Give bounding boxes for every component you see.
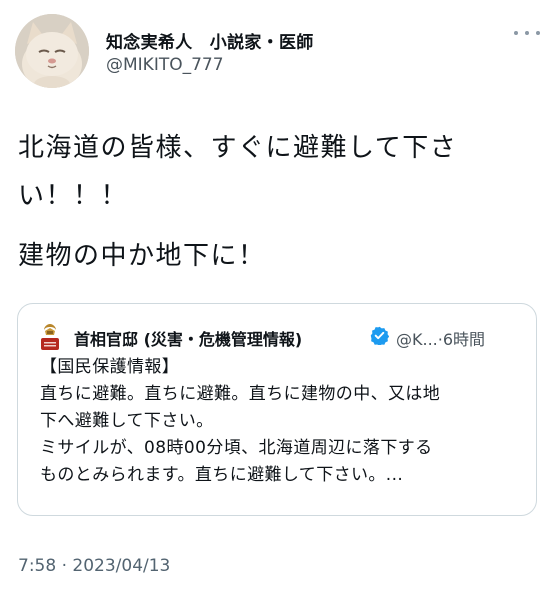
government-emblem-icon <box>41 324 59 350</box>
tweet-text: 北海道の皆様、すぐに避難して下さ い！！！ 建物の中か地下に！ <box>18 124 538 280</box>
more-dot <box>525 31 529 35</box>
quoted-author-name: 首相官邸 (災害・危機管理情報) <box>74 330 303 349</box>
tweet-timestamp[interactable]: 7:58 · 2023/04/13 <box>18 556 170 576</box>
quoted-handle-time: @K...·6時間 <box>396 330 486 349</box>
verified-badge-icon <box>370 326 389 345</box>
quoted-text-line: 【国民保護情報】 <box>40 357 180 377</box>
author-avatar[interactable] <box>15 14 89 88</box>
tweet-text-line: 北海道の皆様、すぐに避難して下さ <box>18 133 458 163</box>
quoted-text-line: ものとみられます。直ちに避難して下さい。... <box>40 465 404 485</box>
more-options-icon[interactable] <box>514 26 540 40</box>
tweet-card: 知念実希人 小説家・医師 @MIKITO_777 北海道の皆様、すぐに避難して下… <box>0 0 554 603</box>
quoted-text-line: 下へ避難して下さい。 <box>40 411 214 431</box>
author-handle[interactable]: @MIKITO_777 <box>106 55 224 75</box>
cat-avatar-icon <box>15 14 89 88</box>
quoted-text-line: ミサイルが、08時00分頃、北海道周辺に落下する <box>40 438 433 458</box>
quoted-tweet-text: 【国民保護情報】 直ちに避難。直ちに避難。直ちに建物の中、又は地 下へ避難して下… <box>40 354 530 489</box>
more-dot <box>536 31 540 35</box>
more-dot <box>514 31 518 35</box>
tweet-text-line: い！！！ <box>18 181 129 211</box>
author-display-name[interactable]: 知念実希人 小説家・医師 <box>106 28 314 53</box>
quoted-text-line: 直ちに避難。直ちに避難。直ちに建物の中、又は地 <box>40 384 441 404</box>
quoted-tweet[interactable]: 首相官邸 (災害・危機管理情報) @K...·6時間 【国民保護情報】 直ちに避… <box>17 303 537 516</box>
tweet-text-line: 建物の中か地下に！ <box>18 241 266 271</box>
